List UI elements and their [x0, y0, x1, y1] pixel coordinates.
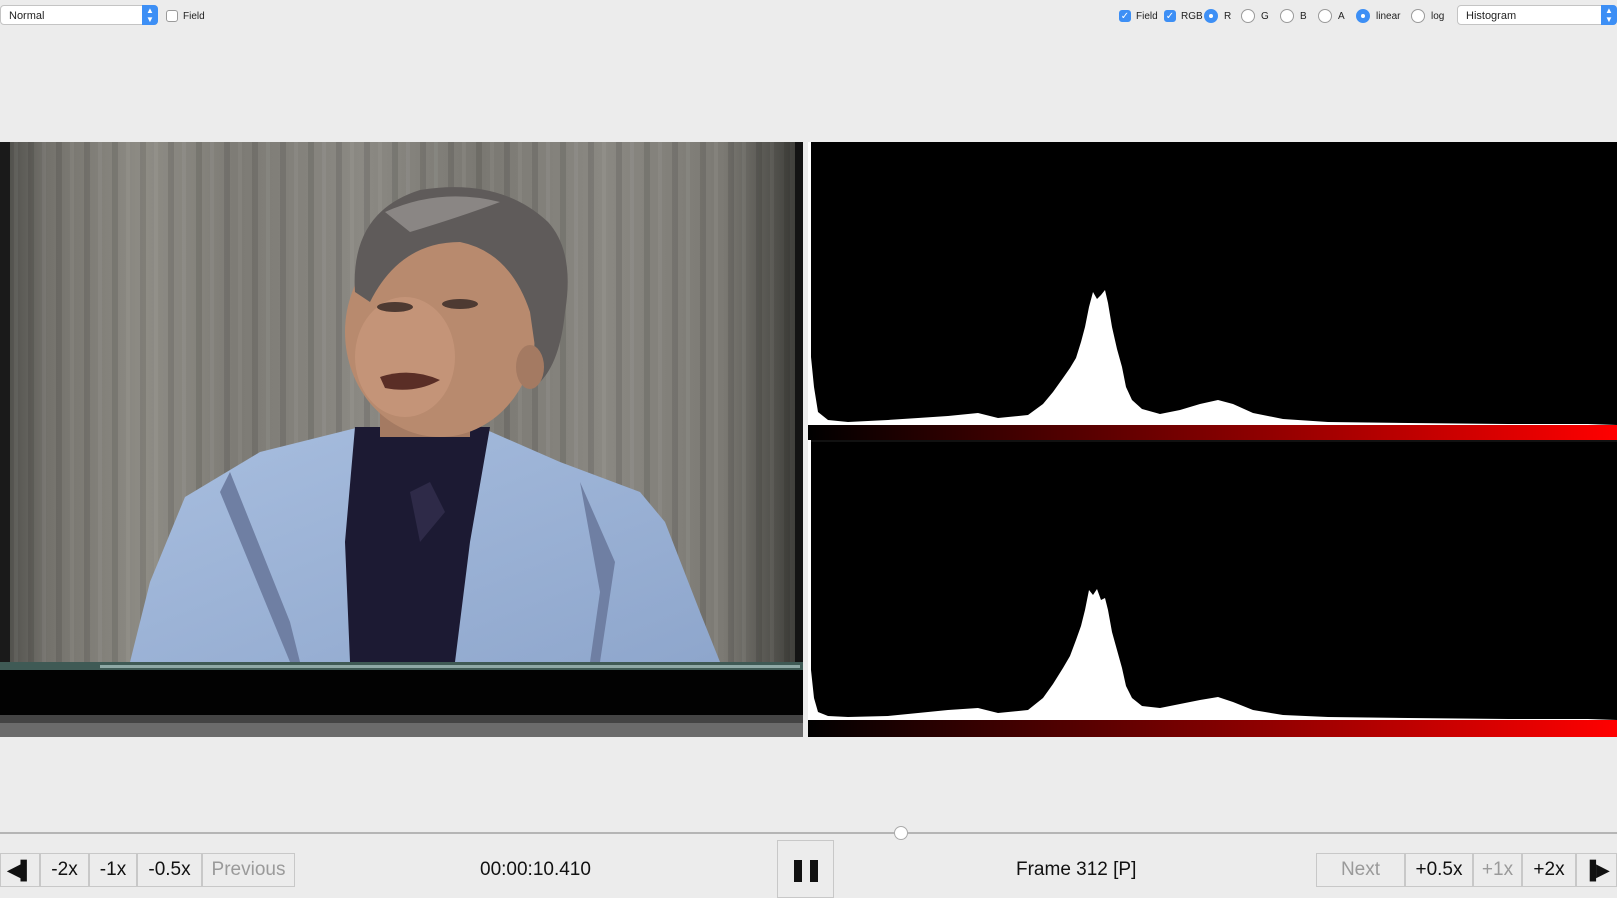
- pause-icon: [794, 860, 802, 882]
- field-checkbox-right[interactable]: ✓ Field: [1119, 9, 1158, 23]
- radio-label: B: [1300, 10, 1307, 22]
- radio-label: R: [1224, 10, 1232, 22]
- chevron-updown-icon: ▲ ▼: [142, 5, 158, 25]
- pause-icon: [810, 860, 818, 882]
- radio-channel-b[interactable]: B: [1280, 9, 1307, 23]
- display-mode-value: Normal: [9, 10, 45, 22]
- radio-label: linear: [1376, 10, 1401, 22]
- speed-plus-half-button[interactable]: +0.5x: [1405, 853, 1473, 887]
- chevron-updown-icon: ▲ ▼: [1601, 5, 1617, 25]
- step-back-button[interactable]: ◀▌: [0, 853, 40, 887]
- next-button[interactable]: Next: [1316, 853, 1405, 887]
- radio-channel-a[interactable]: A: [1318, 9, 1345, 23]
- previous-button[interactable]: Previous: [202, 853, 295, 887]
- radio-label: log: [1431, 10, 1445, 22]
- top-toolbar: Normal ▲ ▼ Field ✓ Field ✓ RGB R G B A li…: [0, 0, 1617, 32]
- checkmark-icon: ✓: [1164, 10, 1176, 22]
- checkmark-icon: ✓: [1119, 10, 1131, 22]
- radio-scale-linear[interactable]: linear: [1356, 9, 1400, 23]
- radio-indicator: [1356, 9, 1370, 23]
- histogram-panel-bottom: [808, 440, 1617, 737]
- video-frame[interactable]: [0, 142, 803, 737]
- step-back-icon: ◀▌: [6, 860, 34, 880]
- timecode: 00:00:10.410: [480, 859, 591, 880]
- field-checkbox-label: Field: [183, 10, 205, 22]
- radio-indicator: [1204, 9, 1218, 23]
- view-select-value: Histogram: [1466, 10, 1517, 22]
- field-checkbox-label: Field: [1136, 10, 1158, 22]
- video-frame-image: [0, 142, 803, 737]
- histogram-panel-top: [808, 142, 1617, 440]
- speed-minus-half-button[interactable]: -0.5x: [137, 853, 202, 887]
- histogram-plot-bottom: [808, 440, 1617, 737]
- step-forward-icon: ▐▶: [1583, 860, 1610, 880]
- seek-bar[interactable]: [0, 832, 1617, 834]
- histogram-plot-top: [808, 142, 1617, 440]
- histogram-bars-top: [811, 290, 1617, 425]
- pause-button[interactable]: [777, 840, 834, 898]
- radio-channel-r[interactable]: R: [1204, 9, 1231, 23]
- histogram-bars-bottom: [811, 589, 1617, 720]
- radio-channel-g[interactable]: G: [1241, 9, 1269, 23]
- radio-scale-log[interactable]: log: [1411, 9, 1444, 23]
- radio-indicator: [1241, 9, 1255, 23]
- checkbox-box: [166, 10, 178, 22]
- speed-plus-2x-button[interactable]: +2x: [1522, 853, 1576, 887]
- radio-indicator: [1318, 9, 1332, 23]
- view-select[interactable]: Histogram ▲ ▼: [1457, 5, 1617, 25]
- rgb-checkbox[interactable]: ✓ RGB: [1164, 9, 1203, 23]
- frame-number: Frame 312 [P]: [1016, 859, 1137, 880]
- radio-label: G: [1261, 10, 1269, 22]
- display-mode-select[interactable]: Normal ▲ ▼: [0, 5, 158, 25]
- radio-indicator: [1411, 9, 1425, 23]
- seek-handle[interactable]: [893, 826, 908, 840]
- field-checkbox-left[interactable]: Field: [166, 9, 205, 23]
- rgb-checkbox-label: RGB: [1181, 10, 1203, 22]
- step-forward-button[interactable]: ▐▶: [1576, 853, 1617, 887]
- radio-indicator: [1280, 9, 1294, 23]
- speed-minus-1x-button[interactable]: -1x: [89, 853, 137, 887]
- speed-plus-1x-button[interactable]: +1x: [1473, 853, 1522, 887]
- speed-minus-2x-button[interactable]: -2x: [40, 853, 89, 887]
- radio-label: A: [1338, 10, 1345, 22]
